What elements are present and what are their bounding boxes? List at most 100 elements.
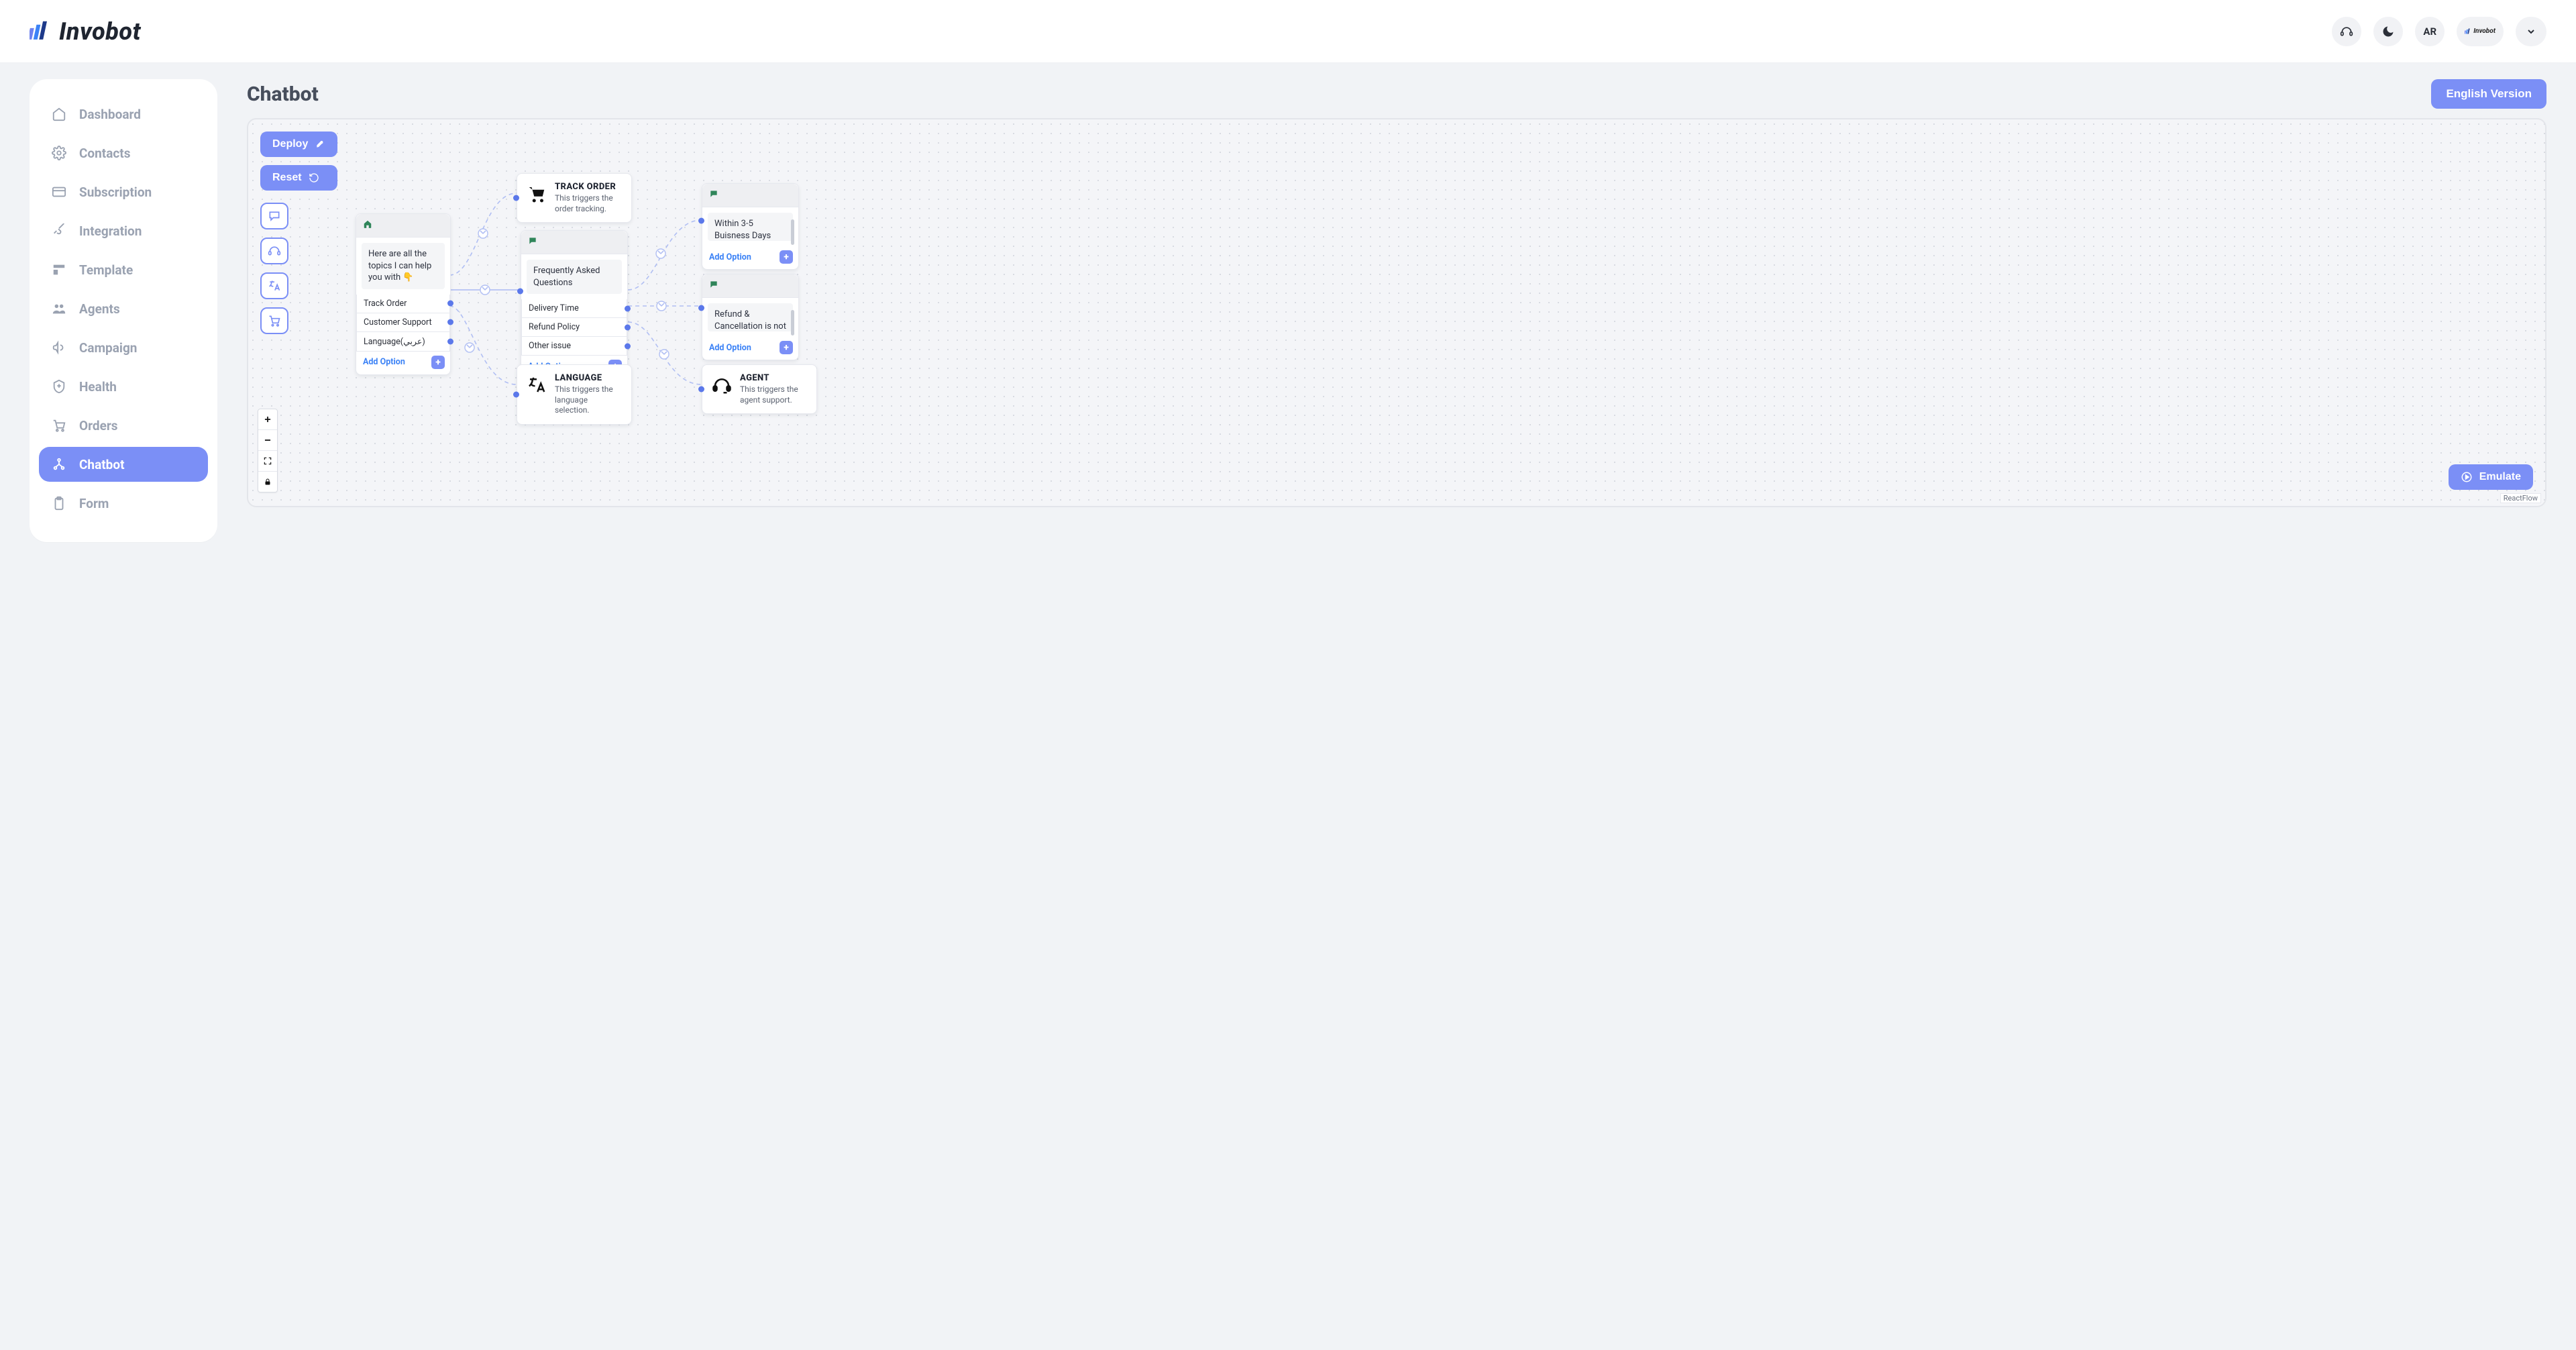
workspace-chip[interactable]: Invobot	[2457, 17, 2504, 46]
scrollbar-icon[interactable]	[791, 310, 794, 335]
node-title: TRACK ORDER	[555, 182, 622, 192]
add-option-link[interactable]: Add Option	[709, 343, 751, 353]
node-start-option[interactable]: Language(عربي)	[356, 332, 450, 352]
shield-icon	[51, 378, 67, 395]
headset-icon	[712, 375, 732, 397]
node-refund-message: Refund & Cancellation is not supported O…	[708, 303, 793, 331]
node-palette	[260, 203, 337, 334]
sidebar: Dashboard Contacts Subscription Integrat…	[30, 79, 217, 542]
zoom-out-button[interactable]	[258, 430, 277, 451]
plus-icon[interactable]: +	[780, 250, 793, 264]
home-icon	[51, 106, 67, 122]
template-icon	[51, 262, 67, 278]
node-delivery[interactable]: Within 3-5 Buisness Days Subjected to Ad…	[702, 183, 799, 270]
node-faq-option[interactable]: Delivery Time	[521, 299, 627, 318]
topbar: Invobot AR Invobot	[0, 0, 2576, 63]
node-delivery-message: Within 3-5 Buisness Days Subjected to	[708, 213, 793, 241]
sidebar-item-contacts[interactable]: Contacts	[39, 136, 208, 170]
dark-mode-icon[interactable]	[2373, 17, 2403, 46]
node-subtitle: This triggers the language selection.	[555, 384, 622, 416]
play-icon	[2461, 471, 2473, 483]
sidebar-item-label: Health	[79, 379, 117, 395]
sidebar-item-label: Agents	[79, 301, 120, 317]
sidebar-item-template[interactable]: Template	[39, 252, 208, 287]
node-faq-option[interactable]: Refund Policy	[521, 318, 627, 337]
chat-icon	[528, 236, 537, 248]
plus-icon[interactable]: +	[431, 356, 445, 369]
flow-canvas[interactable]: Deploy Reset	[247, 118, 2546, 507]
scrollbar-icon[interactable]	[791, 219, 794, 245]
sidebar-item-subscription[interactable]: Subscription	[39, 174, 208, 209]
emulate-button[interactable]: Emulate	[2449, 464, 2533, 490]
megaphone-icon	[51, 340, 67, 356]
node-title: AGENT	[740, 373, 807, 383]
sidebar-item-label: Chatbot	[79, 457, 125, 472]
sidebar-item-campaign[interactable]: Campaign	[39, 330, 208, 365]
plug-icon	[51, 223, 67, 239]
node-start[interactable]: Here are all the topics I can help you w…	[356, 213, 451, 375]
brand: Invobot	[30, 17, 141, 46]
add-option-link[interactable]: Add Option	[709, 252, 751, 262]
chat-icon	[709, 189, 718, 201]
chat-icon	[709, 280, 718, 292]
sidebar-item-integration[interactable]: Integration	[39, 213, 208, 248]
node-title: LANGUAGE	[555, 373, 622, 383]
sidebar-item-form[interactable]: Form	[39, 486, 208, 521]
sidebar-item-label: Template	[79, 262, 133, 278]
sidebar-item-label: Subscription	[79, 185, 152, 200]
node-agent[interactable]: AGENTThis triggers the agent support.	[702, 364, 817, 414]
flow-icon	[51, 456, 67, 472]
home-icon	[363, 219, 372, 231]
sidebar-item-label: Integration	[79, 223, 142, 239]
node-language[interactable]: LANGUAGEThis triggers the language selec…	[517, 364, 632, 425]
sidebar-item-label: Form	[79, 496, 109, 511]
history-icon	[309, 172, 319, 183]
gear-icon	[51, 145, 67, 161]
rocket-icon	[315, 139, 325, 150]
sidebar-item-label: Contacts	[79, 146, 131, 161]
node-subtitle: This triggers the agent support.	[740, 384, 807, 405]
translate-icon	[527, 375, 547, 397]
node-faq-message: Frequently Asked Questions	[527, 260, 622, 294]
brand-logo-icon	[30, 20, 52, 43]
sidebar-item-orders[interactable]: Orders	[39, 408, 208, 443]
sidebar-item-health[interactable]: Health	[39, 369, 208, 404]
version-button[interactable]: English Version	[2431, 79, 2546, 109]
node-faq[interactable]: Frequently Asked Questions Delivery Time…	[521, 230, 628, 379]
page-title: Chatbot	[247, 83, 319, 106]
reactflow-attribution: ReactFlow	[2500, 493, 2541, 503]
node-refund[interactable]: Refund & Cancellation is not supported O…	[702, 274, 799, 360]
tool-language-icon[interactable]	[260, 272, 288, 299]
support-icon[interactable]	[2332, 17, 2361, 46]
tool-agent-icon[interactable]	[260, 238, 288, 264]
node-track-order[interactable]: TRACK ORDERThis triggers the order track…	[517, 173, 632, 223]
node-faq-option[interactable]: Other issue	[521, 337, 627, 356]
tool-cart-icon[interactable]	[260, 307, 288, 334]
sidebar-item-label: Orders	[79, 418, 118, 433]
tool-message-icon[interactable]	[260, 203, 288, 229]
plus-icon[interactable]: +	[780, 341, 793, 354]
card-icon	[51, 184, 67, 200]
sidebar-item-label: Campaign	[79, 340, 137, 356]
clipboard-icon	[51, 495, 67, 511]
sidebar-item-dashboard[interactable]: Dashboard	[39, 97, 208, 132]
workspace-dropdown-icon[interactable]	[2516, 17, 2546, 46]
node-start-message: Here are all the topics I can help you w…	[362, 243, 445, 289]
sidebar-item-agents[interactable]: Agents	[39, 291, 208, 326]
reset-button[interactable]: Reset	[260, 165, 337, 191]
zoom-in-button[interactable]	[258, 409, 277, 430]
node-start-option[interactable]: Customer Support	[356, 313, 450, 332]
node-subtitle: This triggers the order tracking.	[555, 193, 622, 214]
cart-icon	[527, 184, 547, 205]
sidebar-item-chatbot[interactable]: Chatbot	[39, 447, 208, 482]
deploy-button[interactable]: Deploy	[260, 132, 337, 157]
lock-button[interactable]	[258, 472, 277, 492]
add-option-link[interactable]: Add Option	[363, 357, 405, 367]
users-icon	[51, 301, 67, 317]
language-switch[interactable]: AR	[2415, 17, 2445, 46]
sidebar-item-label: Dashboard	[79, 107, 141, 122]
top-right-icons: AR Invobot	[2332, 17, 2546, 46]
fit-view-button[interactable]	[258, 451, 277, 472]
brand-name: Invobot	[59, 17, 141, 46]
node-start-option[interactable]: Track Order	[356, 295, 450, 313]
